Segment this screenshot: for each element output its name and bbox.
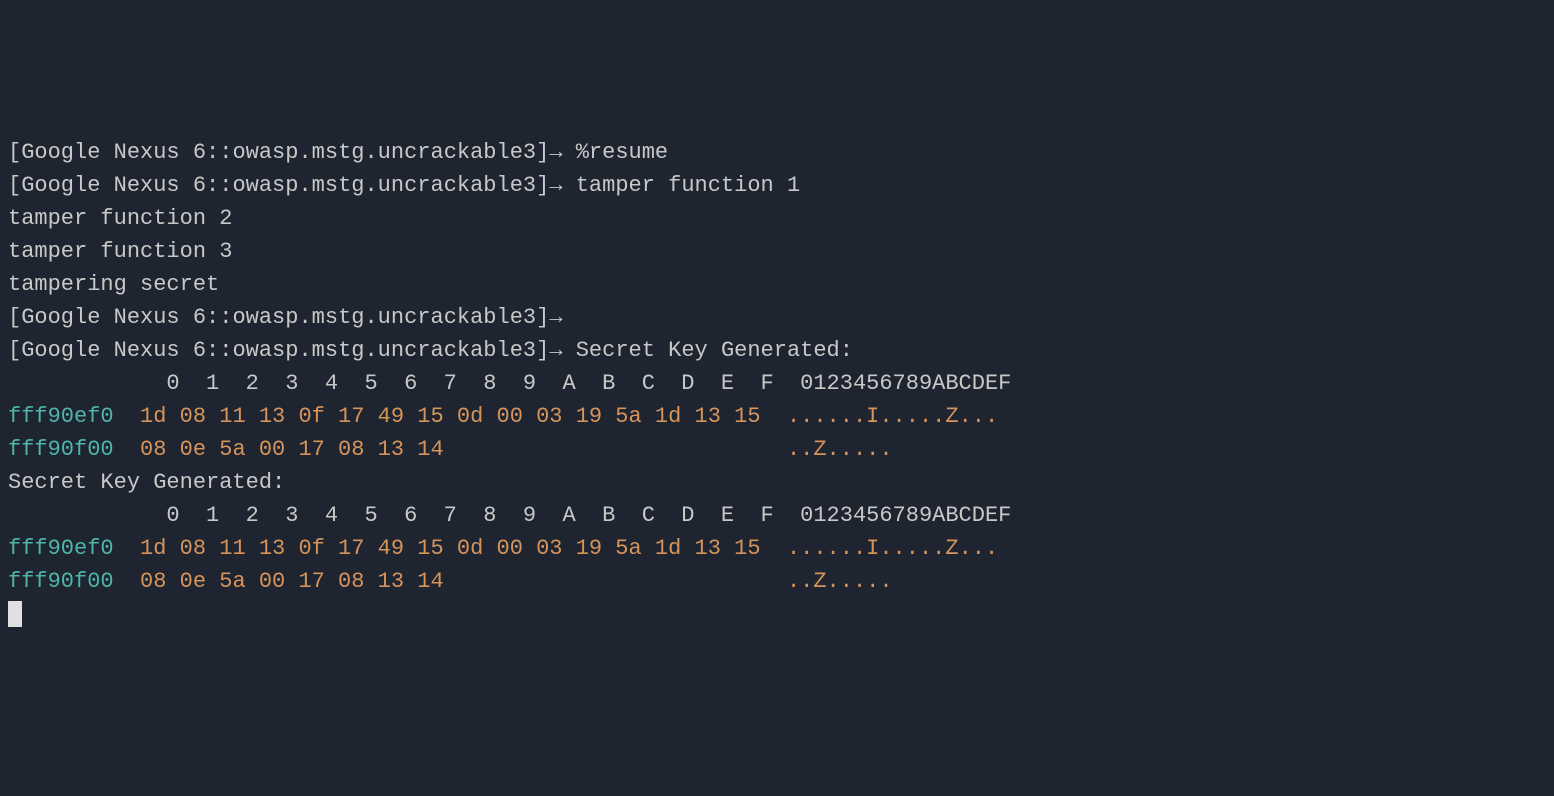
prompt-arrow-icon: → (549, 305, 562, 330)
terminal-line: Secret Key Generated: (8, 466, 1546, 499)
command-text: %resume (576, 140, 668, 165)
terminal-line: tampering secret (8, 268, 1546, 301)
hexdump-ascii: ..Z..... (787, 437, 893, 462)
prompt-separator: :: (206, 305, 232, 330)
prompt-arrow-icon: → (549, 173, 575, 198)
prompt-device: [Google Nexus 6 (8, 338, 206, 363)
hexdump-header: 0 1 2 3 4 5 6 7 8 9 A B C D E F 01234567… (8, 503, 1011, 528)
command-text: tamper function 1 (576, 173, 800, 198)
terminal-line: 0 1 2 3 4 5 6 7 8 9 A B C D E F 01234567… (8, 499, 1546, 532)
terminal-line: tamper function 3 (8, 235, 1546, 268)
prompt-package: owasp.mstg.uncrackable3] (232, 338, 549, 363)
terminal-line: fff90f00 08 0e 5a 00 17 08 13 14 ..Z....… (8, 565, 1546, 598)
prompt-arrow-icon: → (549, 140, 575, 165)
hexdump-address: fff90ef0 (8, 536, 114, 561)
prompt-package: owasp.mstg.uncrackable3] (232, 173, 549, 198)
prompt-package: owasp.mstg.uncrackable3] (232, 305, 549, 330)
output-text: Secret Key Generated: (8, 470, 285, 495)
terminal-line: [Google Nexus 6::owasp.mstg.uncrackable3… (8, 169, 1546, 202)
cursor-icon (8, 601, 22, 627)
prompt-device: [Google Nexus 6 (8, 173, 206, 198)
hexdump-address: fff90ef0 (8, 404, 114, 429)
hexdump-bytes: 1d 08 11 13 0f 17 49 15 0d 00 03 19 5a 1… (114, 536, 787, 561)
prompt-separator: :: (206, 338, 232, 363)
terminal-line: fff90ef0 1d 08 11 13 0f 17 49 15 0d 00 0… (8, 400, 1546, 433)
cursor-line[interactable] (8, 598, 1546, 631)
terminal-line: [Google Nexus 6::owasp.mstg.uncrackable3… (8, 301, 1546, 334)
hexdump-ascii: ..Z..... (787, 569, 893, 594)
hexdump-ascii: ......I.....Z... (787, 404, 998, 429)
hexdump-ascii: ......I.....Z... (787, 536, 998, 561)
hexdump-address: fff90f00 (8, 437, 114, 462)
prompt-package: owasp.mstg.uncrackable3] (232, 140, 549, 165)
command-text: Secret Key Generated: (576, 338, 853, 363)
terminal-output[interactable]: [Google Nexus 6::owasp.mstg.uncrackable3… (8, 136, 1546, 631)
terminal-line: [Google Nexus 6::owasp.mstg.uncrackable3… (8, 334, 1546, 367)
hexdump-address: fff90f00 (8, 569, 114, 594)
terminal-line: 0 1 2 3 4 5 6 7 8 9 A B C D E F 01234567… (8, 367, 1546, 400)
hexdump-bytes: 1d 08 11 13 0f 17 49 15 0d 00 03 19 5a 1… (114, 404, 787, 429)
output-text: tamper function 3 (8, 239, 232, 264)
terminal-line: [Google Nexus 6::owasp.mstg.uncrackable3… (8, 136, 1546, 169)
hexdump-bytes: 08 0e 5a 00 17 08 13 14 (114, 569, 787, 594)
prompt-arrow-icon: → (549, 338, 575, 363)
hexdump-bytes: 08 0e 5a 00 17 08 13 14 (114, 437, 787, 462)
hexdump-header: 0 1 2 3 4 5 6 7 8 9 A B C D E F 01234567… (8, 371, 1011, 396)
terminal-line: tamper function 2 (8, 202, 1546, 235)
terminal-line: fff90f00 08 0e 5a 00 17 08 13 14 ..Z....… (8, 433, 1546, 466)
prompt-device: [Google Nexus 6 (8, 305, 206, 330)
prompt-separator: :: (206, 140, 232, 165)
terminal-line: fff90ef0 1d 08 11 13 0f 17 49 15 0d 00 0… (8, 532, 1546, 565)
prompt-device: [Google Nexus 6 (8, 140, 206, 165)
output-text: tamper function 2 (8, 206, 232, 231)
prompt-separator: :: (206, 173, 232, 198)
output-text: tampering secret (8, 272, 219, 297)
